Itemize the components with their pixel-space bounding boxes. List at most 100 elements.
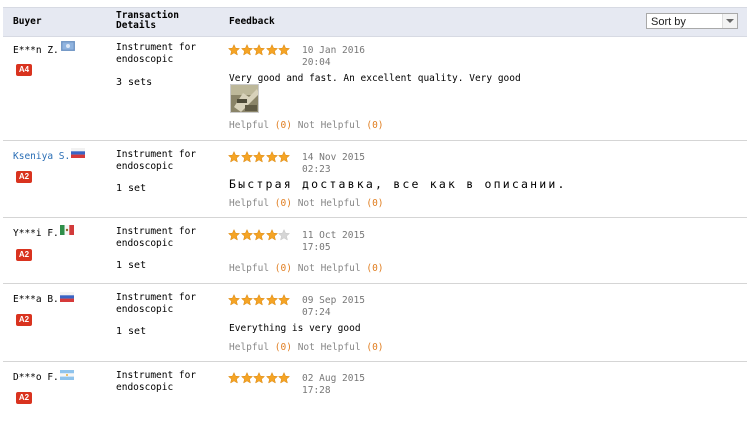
helpful-count: (0) <box>274 198 292 209</box>
flag-icon <box>71 148 85 158</box>
star-icon <box>228 44 240 56</box>
product-name[interactable]: Instrument for endoscopic <box>116 370 216 394</box>
buyer-level-badge: A4 <box>16 64 32 76</box>
feedback-table: Buyer Transaction Details Feedback Sort … <box>3 0 747 404</box>
helpful-votes: Helpful (0) Not Helpful (0) <box>229 342 384 353</box>
star-icon <box>253 372 265 384</box>
transaction-header-line2: Details <box>116 20 157 31</box>
product-name[interactable]: Instrument for endoscopic <box>116 292 216 316</box>
star-icon <box>228 229 240 241</box>
table-row: Kseniya S. A2 Instrument for endoscopic … <box>3 141 747 218</box>
buyer-level-badge: A2 <box>16 314 32 326</box>
helpful-link[interactable]: Helpful <box>229 120 269 131</box>
review-date: 14 Nov 2015 02:23 <box>302 152 365 176</box>
review-date-day: 14 Nov 2015 <box>302 152 365 163</box>
review-date: 10 Jan 2016 20:04 <box>302 45 365 69</box>
star-icon <box>240 372 253 384</box>
star-icon <box>228 151 240 163</box>
product-name[interactable]: Instrument for endoscopic <box>116 42 216 66</box>
buyer-name-link[interactable]: Kseniya S. <box>13 151 70 162</box>
review-date-time: 02:23 <box>302 164 331 175</box>
star-icon <box>240 294 253 306</box>
product-line1: Instrument for <box>116 292 197 303</box>
helpful-count: (0) <box>274 120 292 131</box>
helpful-count: (0) <box>274 342 292 353</box>
table-row: E***a B. A2 Instrument for endoscopic 1 … <box>3 284 747 362</box>
table-row: Y***i F. A2 Instrument for endoscopic 1 … <box>3 218 747 284</box>
product-line2: endoscopic <box>116 382 174 393</box>
helpful-link[interactable]: Helpful <box>229 342 269 353</box>
helpful-votes: Helpful (0) Not Helpful (0) <box>229 120 384 131</box>
review-photo-thumbnail[interactable] <box>230 84 259 113</box>
helpful-link[interactable]: Helpful <box>229 263 269 274</box>
star-rating <box>228 229 292 241</box>
star-icon <box>278 294 290 306</box>
buyer-level-badge: A2 <box>16 392 32 404</box>
review-date-day: 02 Aug 2015 <box>302 373 365 384</box>
star-icon <box>278 44 290 56</box>
review-date-time: 17:05 <box>302 242 331 253</box>
not-helpful-count: (0) <box>366 198 384 209</box>
not-helpful-link[interactable]: Not Helpful <box>298 342 361 353</box>
star-icon <box>253 229 265 241</box>
helpful-votes: Helpful (0) Not Helpful (0) <box>229 198 384 209</box>
star-icon <box>278 372 290 384</box>
not-helpful-link[interactable]: Not Helpful <box>298 198 361 209</box>
table-header: Buyer Transaction Details Feedback Sort … <box>3 7 747 37</box>
review-date-day: 10 Jan 2016 <box>302 45 365 56</box>
buyer-name: E***a B. <box>13 294 59 305</box>
not-helpful-count: (0) <box>366 342 384 353</box>
chevron-down-icon[interactable] <box>722 14 737 28</box>
table-row: D***o F. A2 Instrument for endoscopic 02… <box>3 362 747 422</box>
quantity: 1 set <box>116 183 147 194</box>
review-date: 09 Sep 2015 07:24 <box>302 295 365 319</box>
star-icon <box>253 294 265 306</box>
product-line2: endoscopic <box>116 54 174 65</box>
buyer-name: Y***i F. <box>13 228 59 239</box>
review-date-time: 07:24 <box>302 307 331 318</box>
quantity: 1 set <box>116 326 147 337</box>
star-icon <box>265 151 278 163</box>
review-date: 02 Aug 2015 17:28 <box>302 373 365 397</box>
sort-by-select[interactable]: Sort by <box>646 13 738 29</box>
star-icon <box>240 229 253 241</box>
sort-by-label: Sort by <box>651 16 686 28</box>
product-line1: Instrument for <box>116 370 197 381</box>
buyer-level-badge: A2 <box>16 171 32 183</box>
feedback-column-header: Feedback <box>229 16 275 27</box>
flag-icon <box>60 292 74 302</box>
star-icon <box>253 44 265 56</box>
transaction-column-header: Transaction Details <box>116 11 206 31</box>
product-line2: endoscopic <box>116 161 174 172</box>
buyer-level-badge: A2 <box>16 249 32 261</box>
review-text: Very good and fast. An excellent quality… <box>229 73 521 84</box>
photo-image <box>231 85 258 112</box>
buyer-name: E***n Z. <box>13 45 59 56</box>
star-icon <box>228 294 240 306</box>
star-rating <box>228 294 292 306</box>
helpful-link[interactable]: Helpful <box>229 198 269 209</box>
not-helpful-link[interactable]: Not Helpful <box>298 263 361 274</box>
helpful-votes: Helpful (0) Not Helpful (0) <box>229 263 384 274</box>
star-rating <box>228 372 292 384</box>
product-line1: Instrument for <box>116 149 197 160</box>
review-text: Быстрая доставка, все как в описании. <box>229 177 567 191</box>
star-icon <box>228 372 240 384</box>
star-icon <box>240 151 253 163</box>
star-icon <box>278 151 290 163</box>
flag-icon <box>60 225 74 235</box>
review-date-time: 17:28 <box>302 385 331 396</box>
review-date: 11 Oct 2015 17:05 <box>302 230 365 254</box>
not-helpful-link[interactable]: Not Helpful <box>298 120 361 131</box>
star-icon <box>240 44 253 56</box>
not-helpful-count: (0) <box>366 263 384 274</box>
helpful-count: (0) <box>274 263 292 274</box>
star-icon <box>278 229 290 241</box>
star-icon <box>253 151 265 163</box>
product-line1: Instrument for <box>116 42 197 53</box>
star-rating <box>228 44 292 56</box>
table-row: E***n Z. A4 Instrument for endoscopic 3 … <box>3 36 747 141</box>
product-line2: endoscopic <box>116 238 174 249</box>
product-name[interactable]: Instrument for endoscopic <box>116 149 216 173</box>
product-name[interactable]: Instrument for endoscopic <box>116 226 216 250</box>
